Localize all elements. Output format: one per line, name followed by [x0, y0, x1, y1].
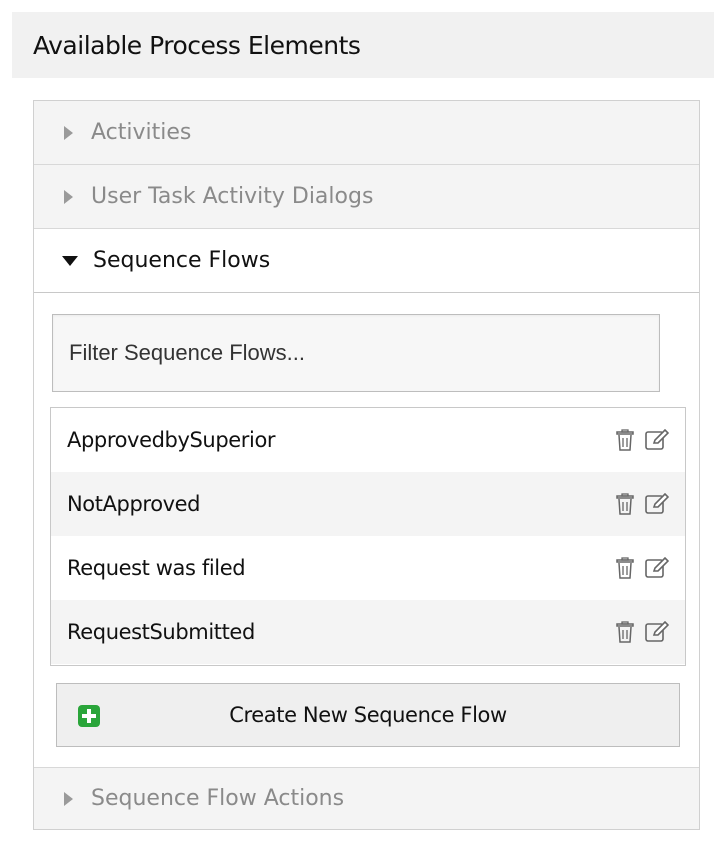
- sequence-flow-name[interactable]: Request was filed: [67, 556, 615, 580]
- section-user-task-activity-dialogs[interactable]: User Task Activity Dialogs: [34, 165, 699, 229]
- list-item[interactable]: Request was filed: [51, 536, 685, 600]
- sequence-flow-list: ApprovedbySuperior NotApproved Request w…: [50, 407, 686, 666]
- list-item[interactable]: ApprovedbySuperior: [51, 408, 685, 472]
- list-item[interactable]: NotApproved: [51, 472, 685, 536]
- trash-icon[interactable]: [615, 557, 635, 579]
- section-label: User Task Activity Dialogs: [91, 184, 374, 209]
- section-sequence-flow-actions[interactable]: Sequence Flow Actions: [34, 767, 699, 829]
- caret-right-icon: [64, 125, 73, 140]
- trash-icon[interactable]: [615, 493, 635, 515]
- section-label: Sequence Flows: [93, 248, 271, 273]
- sequence-flow-name[interactable]: NotApproved: [67, 492, 615, 516]
- caret-down-icon: [62, 255, 78, 266]
- section-label: Activities: [91, 120, 192, 145]
- sequence-flow-name[interactable]: ApprovedbySuperior: [67, 428, 615, 452]
- filter-sequence-flows-input[interactable]: [52, 314, 660, 392]
- edit-icon[interactable]: [645, 557, 669, 579]
- edit-icon[interactable]: [645, 429, 669, 451]
- section-label: Sequence Flow Actions: [91, 786, 345, 811]
- page-title: Available Process Elements: [33, 30, 361, 60]
- page-header: Available Process Elements: [12, 12, 714, 78]
- edit-icon[interactable]: [645, 621, 669, 643]
- sequence-flow-name[interactable]: RequestSubmitted: [67, 620, 615, 644]
- trash-icon[interactable]: [615, 621, 635, 643]
- process-elements-panel: Activities User Task Activity Dialogs Se…: [33, 100, 700, 830]
- caret-right-icon: [64, 189, 73, 204]
- trash-icon[interactable]: [615, 429, 635, 451]
- list-item[interactable]: RequestSubmitted: [51, 600, 685, 664]
- caret-right-icon: [64, 791, 73, 806]
- create-new-sequence-flow-button[interactable]: Create New Sequence Flow: [56, 683, 680, 747]
- section-sequence-flows[interactable]: Sequence Flows: [34, 229, 699, 293]
- section-activities[interactable]: Activities: [34, 101, 699, 165]
- create-button-label: Create New Sequence Flow: [229, 703, 507, 727]
- edit-icon[interactable]: [645, 493, 669, 515]
- plus-icon: [78, 705, 100, 727]
